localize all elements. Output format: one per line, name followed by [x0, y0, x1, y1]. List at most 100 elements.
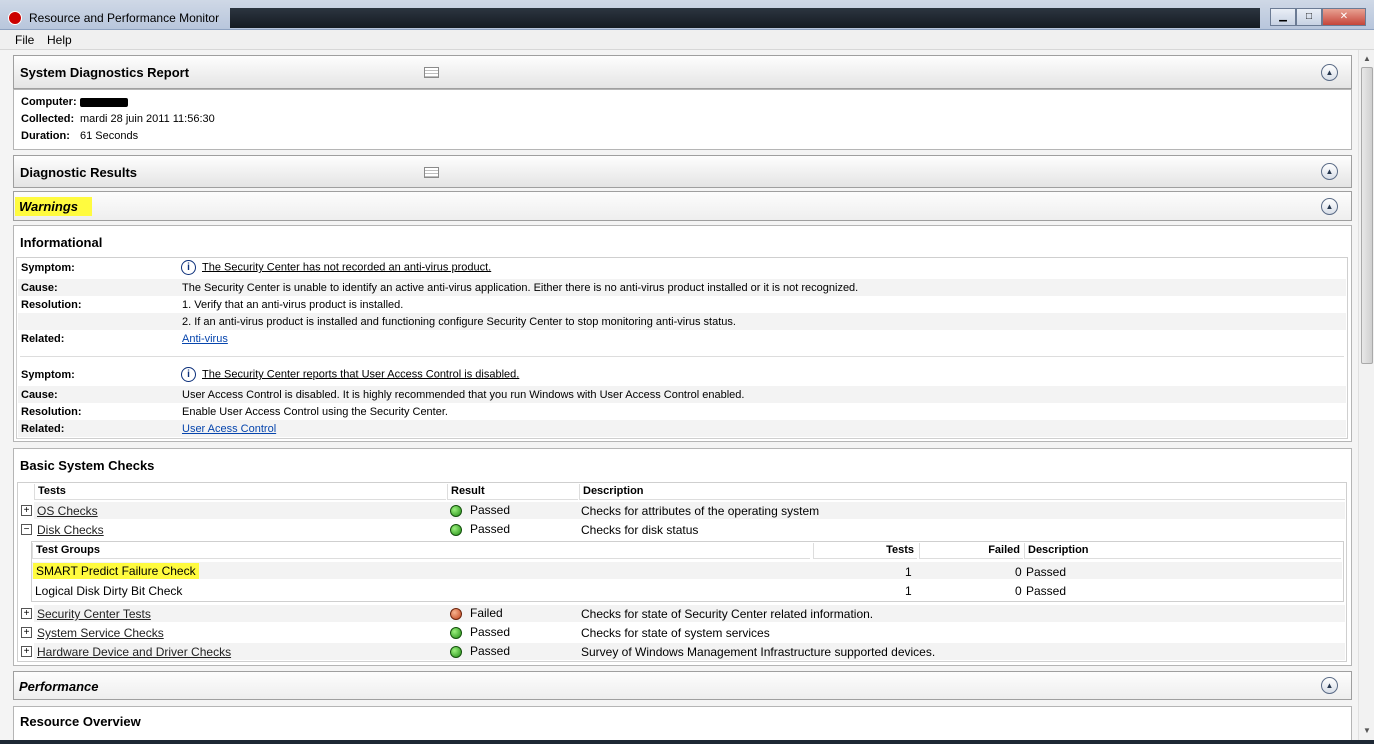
passed-status-icon [450, 626, 462, 639]
scroll-thumb[interactable] [1361, 67, 1373, 364]
symptom-label: Symptom: [21, 369, 75, 381]
cause-1: The Security Center is unable to identif… [182, 282, 859, 294]
app-icon [8, 11, 22, 25]
col-result[interactable]: Result [447, 484, 578, 500]
info-icon: i [181, 260, 196, 275]
dirty-bit-description: Passed [1026, 584, 1067, 598]
menu-help[interactable]: Help [47, 33, 72, 47]
report-summary: Computer: Collected: mardi 28 juin 2011 … [13, 89, 1352, 150]
warnings-header[interactable]: Warnings ▲ [13, 191, 1352, 221]
passed-status-icon [450, 645, 462, 658]
resolution-1b: 2. If an anti-virus product is installed… [182, 316, 736, 328]
minimize-button[interactable]: ▁ [1270, 8, 1296, 26]
cause-label: Cause: [21, 389, 58, 401]
performance-header[interactable]: Performance ▲ [13, 671, 1352, 700]
window-controls: ▁ □ ✕ [1270, 8, 1366, 26]
col-sub-description[interactable]: Description [1024, 543, 1341, 559]
result-system-service: Passed [450, 625, 510, 639]
collapse-diagnostic-icon[interactable]: ▲ [1321, 163, 1338, 180]
col-tests[interactable]: Tests [34, 484, 446, 500]
basic-checks-title: Basic System Checks [20, 458, 155, 473]
collapse-report-icon[interactable]: ▲ [1321, 64, 1338, 81]
col-description[interactable]: Description [579, 484, 1345, 500]
computer-name-redacted [80, 96, 128, 108]
dirty-bit-failed-count: 0 [1015, 584, 1022, 598]
info-icon: i [181, 367, 196, 382]
scroll-down-icon[interactable]: ▼ [1361, 725, 1373, 737]
grid-view-icon[interactable] [424, 67, 439, 78]
test-security-center[interactable]: Security Center Tests [37, 607, 151, 621]
title-bar: Resource and Performance Monitor ▁ □ ✕ [0, 0, 1374, 30]
report-content: System Diagnostics Report ▲ Computer: Co… [0, 50, 1358, 740]
result-security-center: Failed [450, 606, 503, 620]
related-label: Related: [21, 333, 65, 345]
group-smart-predict[interactable]: SMART Predict Failure Check [33, 563, 199, 579]
expand-security-center[interactable]: + [21, 608, 32, 619]
taskbar [0, 740, 1374, 744]
cause-2: User Access Control is disabled. It is h… [182, 389, 745, 401]
passed-status-icon [450, 504, 462, 517]
desc-security-center: Checks for state of Security Center rela… [581, 607, 874, 621]
resolution-label: Resolution: [21, 299, 82, 311]
col-sub-tests[interactable]: Tests [813, 543, 917, 559]
test-system-service[interactable]: System Service Checks [37, 626, 164, 640]
col-test-groups[interactable]: Test Groups [32, 543, 810, 559]
related-label: Related: [21, 423, 65, 435]
collapse-performance-icon[interactable]: ▲ [1321, 677, 1338, 694]
maximize-button[interactable]: □ [1296, 8, 1322, 26]
group-dirty-bit[interactable]: Logical Disk Dirty Bit Check [35, 584, 182, 598]
resource-overview-title: Resource Overview [20, 714, 141, 729]
resolution-label: Resolution: [21, 406, 82, 418]
collected-label: Collected: [21, 113, 75, 125]
row-background [32, 562, 1342, 579]
report-header[interactable]: System Diagnostics Report ▲ [13, 55, 1352, 89]
failed-status-icon [450, 607, 462, 620]
duration-value: 61 Seconds [80, 130, 139, 142]
test-hardware-checks[interactable]: Hardware Device and Driver Checks [37, 645, 231, 659]
resolution-2: Enable User Access Control using the Sec… [182, 406, 448, 418]
scroll-up-icon[interactable]: ▲ [1361, 53, 1373, 65]
expand-os-checks[interactable]: + [21, 505, 32, 516]
diagnostic-results-header[interactable]: Diagnostic Results ▲ [13, 155, 1352, 188]
symptom-label: Symptom: [21, 262, 75, 274]
report-title: System Diagnostics Report [20, 65, 190, 80]
close-button[interactable]: ✕ [1322, 8, 1366, 26]
passed-status-icon [450, 523, 462, 536]
title-bar-glass [230, 8, 1260, 28]
vertical-scrollbar[interactable]: ▲ ▼ [1358, 50, 1374, 740]
informational-title: Informational [20, 235, 103, 250]
collapse-warnings-icon[interactable]: ▲ [1321, 198, 1338, 215]
window-title: Resource and Performance Monitor [29, 11, 220, 25]
cause-label: Cause: [21, 282, 58, 294]
result-hardware-checks: Passed [450, 644, 510, 658]
duration-label: Duration: [21, 130, 70, 142]
performance-title: Performance [19, 679, 99, 694]
desc-disk-checks: Checks for disk status [581, 523, 699, 537]
symptom-2[interactable]: i The Security Center reports that User A… [181, 367, 519, 382]
resolution-1a: 1. Verify that an anti-virus product is … [182, 299, 404, 311]
diagnostic-results-title: Diagnostic Results [20, 165, 138, 180]
expand-system-service[interactable]: + [21, 627, 32, 638]
menu-file[interactable]: File [15, 33, 34, 47]
computer-label: Computer: [21, 96, 77, 108]
test-os-checks[interactable]: OS Checks [37, 504, 98, 518]
smart-failed-count: 0 [1015, 565, 1022, 579]
expand-hardware-checks[interactable]: + [21, 646, 32, 657]
divider [20, 356, 1344, 357]
menu-bar: File Help [0, 30, 1374, 50]
smart-tests-count: 1 [905, 565, 912, 579]
dirty-bit-tests-count: 1 [905, 584, 912, 598]
desc-os-checks: Checks for attributes of the operating s… [581, 504, 820, 518]
col-sub-failed[interactable]: Failed [919, 543, 1023, 559]
result-disk-checks: Passed [450, 522, 510, 536]
collapse-disk-checks[interactable]: − [21, 524, 32, 535]
test-disk-checks[interactable]: Disk Checks [37, 523, 104, 537]
related-link-uac[interactable]: User Acess Control [182, 423, 276, 435]
desc-system-service: Checks for state of system services [581, 626, 770, 640]
collected-value: mardi 28 juin 2011 11:56:30 [80, 113, 215, 125]
grid-view-icon[interactable] [424, 167, 439, 178]
symptom-1[interactable]: i The Security Center has not recorded an… [181, 260, 491, 275]
resource-overview-section: Resource Overview [13, 706, 1352, 740]
desc-hardware-checks: Survey of Windows Management Infrastruct… [581, 645, 936, 659]
related-link-anti-virus[interactable]: Anti-virus [182, 333, 228, 345]
